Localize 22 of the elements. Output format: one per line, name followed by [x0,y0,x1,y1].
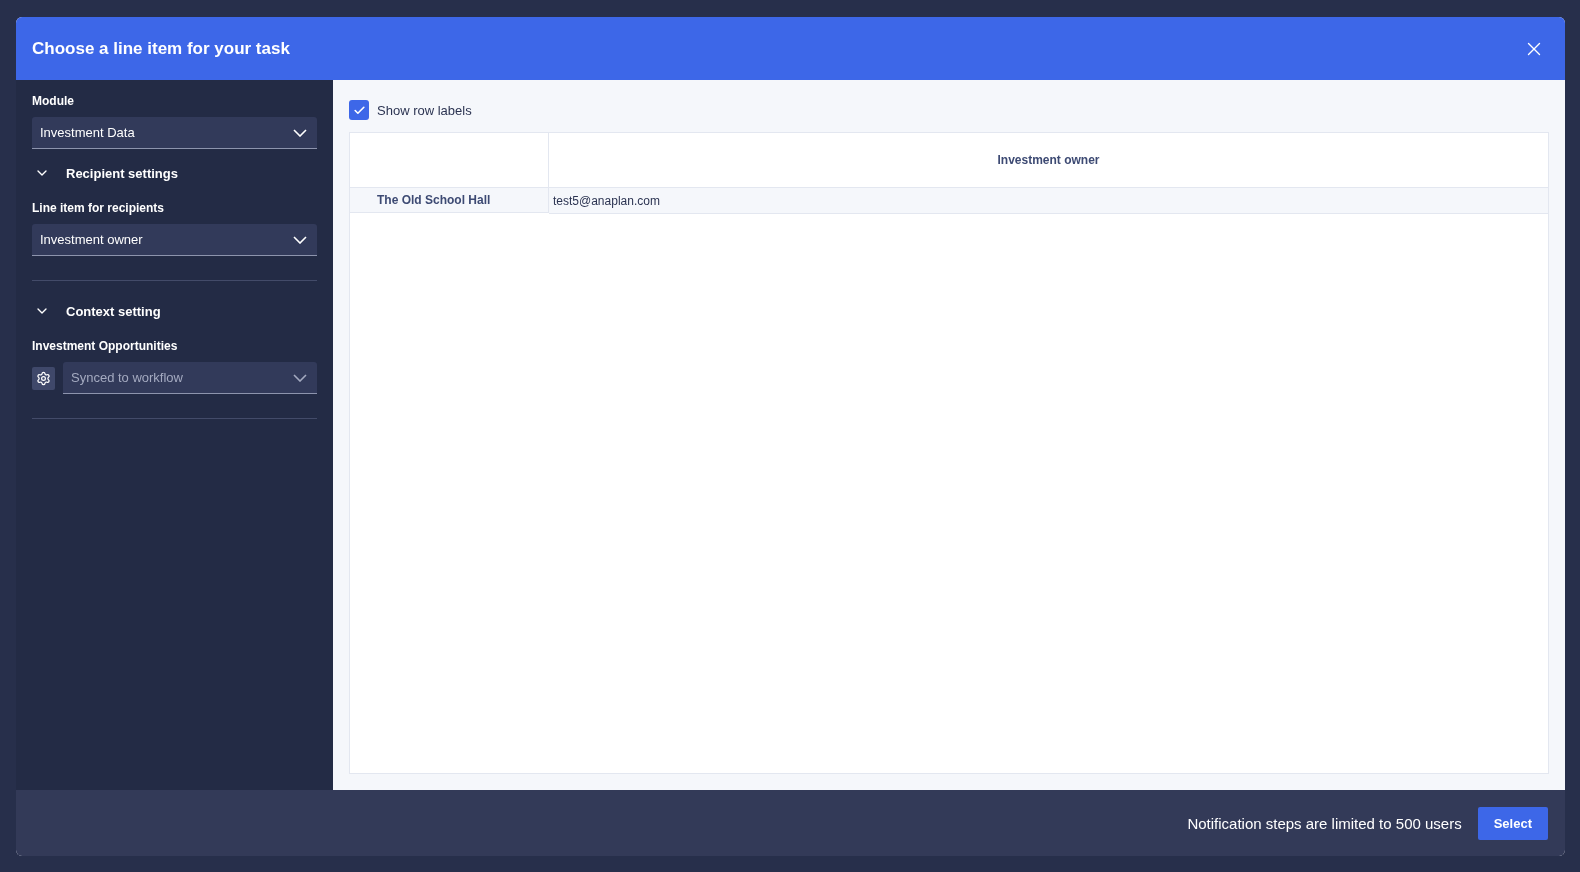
row-header: The Old School Hall [350,188,549,213]
field-label: Investment Opportunities [32,339,179,353]
check-icon [352,103,366,117]
checkbox[interactable] [349,100,369,120]
chevron-down-icon [293,373,307,382]
field-label: Module [32,94,75,108]
gear-icon [36,370,51,386]
checkbox-label: Show row labels [377,102,472,118]
table-cell: test5@anaplan.com [549,188,1548,214]
dialog-title: Choose a line item for your task [32,38,290,59]
settings-button[interactable] [32,366,55,390]
chevron-down-icon [293,128,307,137]
limit-note: Notification steps are limited to 500 users [1187,814,1462,832]
module-select[interactable]: Investment Data [32,117,317,149]
show-row-labels-checkbox[interactable]: Show row labels [349,100,1549,120]
field-label: Line item for recipients [32,201,166,215]
line-item-select[interactable]: Investment owner [32,224,317,256]
context-select[interactable]: Synced to workflow [63,362,317,394]
section-toggle[interactable]: Recipient settings [32,165,317,181]
chevron-down-icon [293,235,307,244]
select-button[interactable]: Select [1477,806,1548,840]
section-toggle[interactable]: Context setting [32,303,317,319]
